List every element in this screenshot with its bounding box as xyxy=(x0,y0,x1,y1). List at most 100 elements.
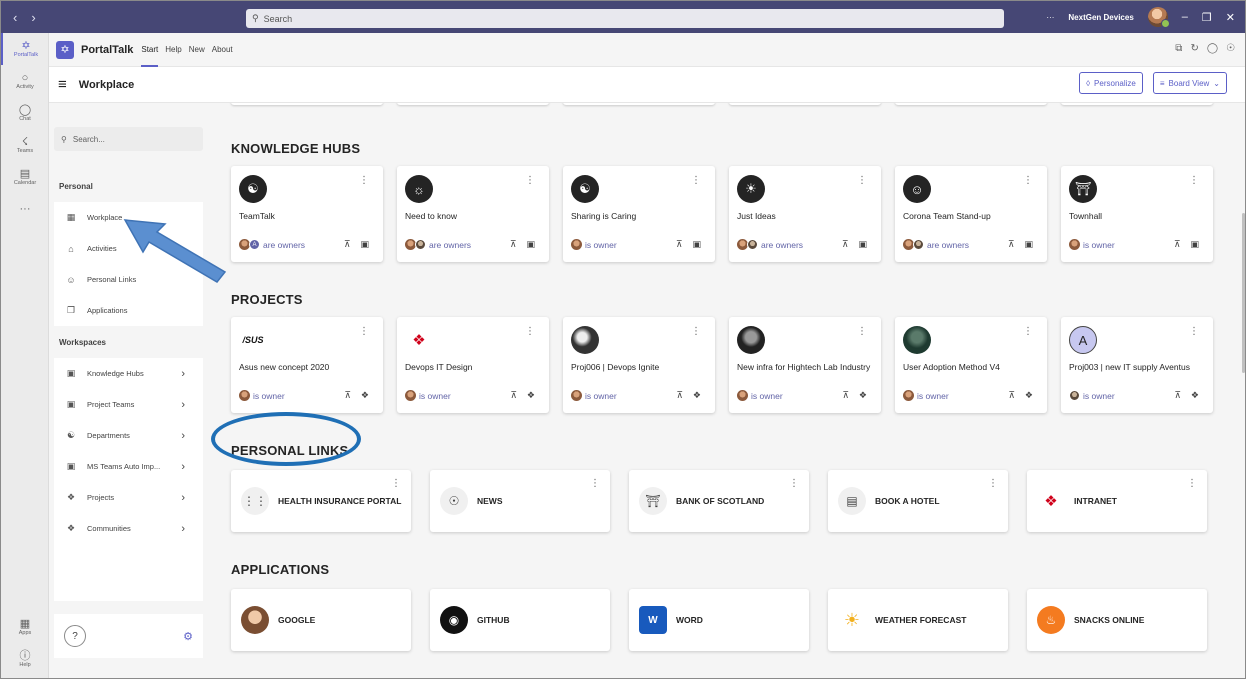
tab-help[interactable]: Help xyxy=(165,33,181,67)
forward-arrow-icon[interactable]: › xyxy=(31,10,35,25)
sidebar-search-input[interactable]: ⚲ Search... xyxy=(54,127,203,151)
rail-item-calendar[interactable]: ▤ Calendar xyxy=(1,161,49,193)
teams-icon[interactable]: ▣ xyxy=(858,239,867,250)
knowledge-hub-card[interactable]: ☯ ⋮ TeamTalk Aare owners ⊼ ▣ xyxy=(231,166,383,262)
rail-more-button[interactable]: ··· xyxy=(1,193,49,225)
more-icon[interactable]: ⋮ xyxy=(1023,175,1033,186)
cutoff-card[interactable] xyxy=(563,103,715,105)
cutoff-card[interactable] xyxy=(729,103,881,105)
sidebar-item-communities[interactable]: ❖ Communities › xyxy=(54,513,203,544)
tab-start[interactable]: Start xyxy=(141,33,158,67)
close-icon[interactable]: ✕ xyxy=(1226,11,1235,24)
user-avatar[interactable] xyxy=(1147,7,1170,28)
more-icon[interactable]: ⋮ xyxy=(857,326,867,337)
app-card[interactable]: W WORD xyxy=(629,589,809,651)
link-card[interactable]: ❖ INTRANET ⋮ xyxy=(1027,470,1207,532)
projects-icon[interactable]: ❖ xyxy=(527,390,535,401)
more-icon[interactable]: ⋮ xyxy=(1187,478,1197,489)
pin-icon[interactable]: ⊼ xyxy=(344,390,351,401)
pin-icon[interactable]: ⊼ xyxy=(842,239,849,250)
knowledge-hub-card[interactable]: ☯ ⋮ Sharing is Caring is owner ⊼ ▣ xyxy=(563,166,715,262)
pin-icon[interactable]: ⊼ xyxy=(510,239,517,250)
projects-icon[interactable]: ❖ xyxy=(859,390,867,401)
app-card[interactable]: GOOGLE xyxy=(231,589,411,651)
more-icon[interactable]: ⋮ xyxy=(1023,326,1033,337)
board-scrollbar[interactable] xyxy=(1242,213,1245,373)
link-card[interactable]: ⋮⋮ HEALTH INSURANCE PORTAL ⋮ xyxy=(231,470,411,532)
rail-item-activity[interactable]: ○ Activity xyxy=(1,65,49,97)
sidebar-item-departments[interactable]: ☯ Departments › xyxy=(54,420,203,451)
more-icon[interactable]: ⋮ xyxy=(590,478,600,489)
global-search-input[interactable]: ⚲ Search xyxy=(246,9,1004,28)
pin-icon[interactable]: ⊼ xyxy=(1174,239,1181,250)
rail-item-portaltalk[interactable]: ✡ PortalTalk xyxy=(1,33,49,65)
sidebar-item-projects[interactable]: ❖ Projects › xyxy=(54,482,203,513)
projects-icon[interactable]: ❖ xyxy=(361,390,369,401)
knowledge-hub-card[interactable]: ⛩ ⋮ Townhall is owner ⊼ ▣ xyxy=(1061,166,1213,262)
sidebar-item-ms-teams-auto-import[interactable]: ▣ MS Teams Auto Imp... › xyxy=(54,451,203,482)
app-card[interactable]: ◉ GITHUB xyxy=(430,589,610,651)
projects-icon[interactable]: ❖ xyxy=(1191,390,1199,401)
project-card[interactable]: ⋮ User Adoption Method V4 is owner ⊼ ❖ xyxy=(895,317,1047,413)
sidebar-item-knowledge-hubs[interactable]: ▣ Knowledge Hubs › xyxy=(54,358,203,389)
pin-icon[interactable]: ⊼ xyxy=(510,390,517,401)
teams-icon[interactable]: ▣ xyxy=(692,239,701,250)
pin-icon[interactable]: ⊼ xyxy=(676,390,683,401)
more-icon[interactable]: ⋮ xyxy=(359,175,369,186)
more-icon[interactable]: ⋮ xyxy=(988,478,998,489)
pin-icon[interactable]: ⊼ xyxy=(1174,390,1181,401)
link-card[interactable]: ☉ NEWS ⋮ xyxy=(430,470,610,532)
maximize-icon[interactable]: ❐ xyxy=(1202,11,1212,24)
cutoff-card[interactable] xyxy=(1061,103,1213,105)
pin-icon[interactable]: ⊼ xyxy=(842,390,849,401)
more-icon[interactable]: ⋮ xyxy=(1189,175,1199,186)
tab-about[interactable]: About xyxy=(212,33,233,67)
cutoff-card[interactable] xyxy=(397,103,549,105)
hamburger-menu-icon[interactable]: ≡ xyxy=(58,76,67,93)
minimize-icon[interactable]: – xyxy=(1182,11,1188,23)
board-view-dropdown[interactable]: ≡ Board View ⌄ xyxy=(1152,72,1227,94)
teams-icon[interactable]: ▣ xyxy=(526,239,535,250)
more-options-button[interactable]: ··· xyxy=(1046,13,1054,22)
gear-icon[interactable]: ⚙ xyxy=(183,630,193,643)
more-icon[interactable]: ⋮ xyxy=(391,478,401,489)
projects-icon[interactable]: ❖ xyxy=(693,390,701,401)
personalize-button[interactable]: ◊ Personalize xyxy=(1079,72,1143,94)
globe-icon[interactable]: ☉ xyxy=(1226,43,1235,54)
rail-item-help[interactable]: ⓘ Help xyxy=(1,643,49,675)
more-icon[interactable]: ⋮ xyxy=(691,326,701,337)
link-card[interactable]: ⛩ BANK OF SCOTLAND ⋮ xyxy=(629,470,809,532)
refresh-icon[interactable]: ↻ xyxy=(1190,43,1198,54)
project-card[interactable]: ❖ ⋮ Devops IT Design is owner ⊼ ❖ xyxy=(397,317,549,413)
cutoff-card[interactable] xyxy=(231,103,383,105)
more-icon[interactable]: ⋮ xyxy=(525,326,535,337)
cutoff-card[interactable] xyxy=(895,103,1047,105)
more-icon[interactable]: ⋮ xyxy=(359,326,369,337)
app-card[interactable]: ☀ WEATHER FORECAST xyxy=(828,589,1008,651)
popout-icon[interactable]: ⧉ xyxy=(1175,43,1182,54)
org-name[interactable]: NextGen Devices xyxy=(1068,13,1133,22)
project-card[interactable]: A ⋮ Proj003 | new IT supply Aventus is o… xyxy=(1061,317,1213,413)
more-icon[interactable]: ⋮ xyxy=(789,478,799,489)
more-icon[interactable]: ⋮ xyxy=(525,175,535,186)
pin-icon[interactable]: ⊼ xyxy=(676,239,683,250)
link-card[interactable]: ▤ BOOK A HOTEL ⋮ xyxy=(828,470,1008,532)
rail-item-chat[interactable]: ◯ Chat xyxy=(1,97,49,129)
sidebar-item-applications[interactable]: ❐ Applications xyxy=(54,295,203,326)
help-button[interactable]: ? xyxy=(64,625,86,647)
back-arrow-icon[interactable]: ‹ xyxy=(13,10,17,25)
project-card[interactable]: ⋮ New infra for Hightech Lab Industry is… xyxy=(729,317,881,413)
rail-item-teams[interactable]: ☇ Teams xyxy=(1,129,49,161)
teams-icon[interactable]: ▣ xyxy=(1024,239,1033,250)
knowledge-hub-card[interactable]: ☺ ⋮ Corona Team Stand-up are owners ⊼ ▣ xyxy=(895,166,1047,262)
knowledge-hub-card[interactable]: ☀ ⋮ Just Ideas are owners ⊼ ▣ xyxy=(729,166,881,262)
shield-icon[interactable]: ◯ xyxy=(1207,43,1218,54)
more-icon[interactable]: ⋮ xyxy=(691,175,701,186)
project-card[interactable]: ⋮ Proj006 | Devops Ignite is owner ⊼ ❖ xyxy=(563,317,715,413)
tab-new[interactable]: New xyxy=(189,33,205,67)
more-icon[interactable]: ⋮ xyxy=(1189,326,1199,337)
more-icon[interactable]: ⋮ xyxy=(857,175,867,186)
app-card[interactable]: ♨ SNACKS ONLINE xyxy=(1027,589,1207,651)
teams-icon[interactable]: ▣ xyxy=(1190,239,1199,250)
sidebar-item-project-teams[interactable]: ▣ Project Teams › xyxy=(54,389,203,420)
